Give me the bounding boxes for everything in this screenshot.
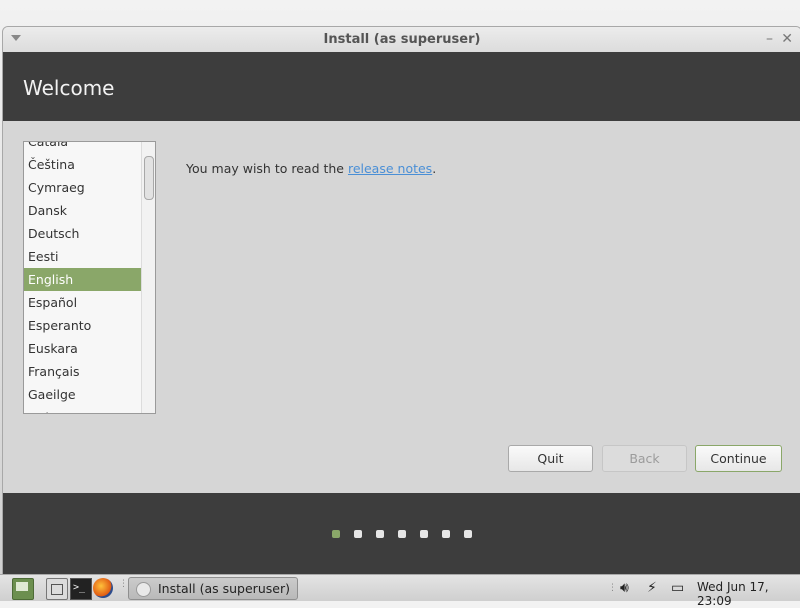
taskbar: >_ ⋮ Install (as superuser) ⋮ 🔊︎ ⚡︎ ▭ We…: [0, 574, 800, 608]
release-notes-text: You may wish to read the release notes.: [186, 161, 436, 176]
tray-separator: ⋮: [608, 583, 617, 593]
language-option[interactable]: Dansk: [24, 199, 141, 222]
progress-dot: [332, 530, 340, 538]
window-title: Install (as superuser): [323, 32, 481, 47]
progress-dot: [354, 530, 362, 538]
quit-button[interactable]: Quit: [508, 445, 593, 472]
language-option[interactable]: Català: [24, 142, 141, 153]
language-rows: Català Čeština Cymraeg Dansk Deutsch Eesti Eng…: [24, 142, 141, 413]
language-option[interactable]: Eesti: [24, 245, 141, 268]
minimize-button[interactable]: –: [766, 31, 773, 47]
back-button[interactable]: Back: [602, 445, 687, 472]
progress-dot: [420, 530, 428, 538]
language-scrollbar[interactable]: [141, 142, 155, 413]
progress-dot: [376, 530, 384, 538]
close-button[interactable]: ✕: [781, 31, 793, 47]
taskbar-item-installer[interactable]: Install (as superuser): [128, 577, 298, 600]
firefox-icon[interactable]: [93, 578, 113, 598]
page-title: Welcome: [23, 76, 115, 100]
battery-icon[interactable]: ▭: [671, 579, 684, 597]
disc-icon: [136, 582, 151, 597]
language-option[interactable]: Galego: [24, 406, 141, 413]
release-notes-prefix: You may wish to read the: [186, 161, 348, 176]
header-band: Welcome: [3, 52, 800, 121]
release-notes-suffix: .: [432, 161, 437, 176]
footer-band: [3, 493, 800, 575]
installer-window: Install (as superuser) – ✕ Welcome Catal…: [2, 26, 800, 575]
language-list[interactable]: Català Čeština Cymraeg Dansk Deutsch Eesti Eng…: [23, 141, 156, 414]
file-manager-icon[interactable]: [46, 578, 68, 600]
scrollbar-thumb[interactable]: [144, 156, 154, 200]
language-option[interactable]: Čeština: [24, 153, 141, 176]
language-option[interactable]: Euskara: [24, 337, 141, 360]
language-option[interactable]: Deutsch: [24, 222, 141, 245]
progress-dot: [398, 530, 406, 538]
language-option[interactable]: Français: [24, 360, 141, 383]
network-icon[interactable]: ⚡︎: [647, 579, 657, 597]
progress-dot: [464, 530, 472, 538]
language-option[interactable]: Esperanto: [24, 314, 141, 337]
language-option[interactable]: English: [24, 268, 141, 291]
taskbar-item-label: Install (as superuser): [158, 581, 290, 596]
continue-button[interactable]: Continue: [695, 445, 782, 472]
mint-menu-icon[interactable]: [12, 578, 34, 600]
progress-dot: [442, 530, 450, 538]
title-bar[interactable]: Install (as superuser) – ✕: [3, 27, 800, 53]
release-notes-link[interactable]: release notes: [348, 161, 432, 176]
language-option[interactable]: Gaeilge: [24, 383, 141, 406]
terminal-icon[interactable]: >_: [70, 578, 92, 600]
taskbar-separator: ⋮: [119, 579, 128, 589]
language-option[interactable]: Cymraeg: [24, 176, 141, 199]
volume-icon[interactable]: 🔊︎: [620, 579, 629, 597]
clock[interactable]: Wed Jun 17, 23:09: [697, 580, 800, 608]
language-option[interactable]: Español: [24, 291, 141, 314]
